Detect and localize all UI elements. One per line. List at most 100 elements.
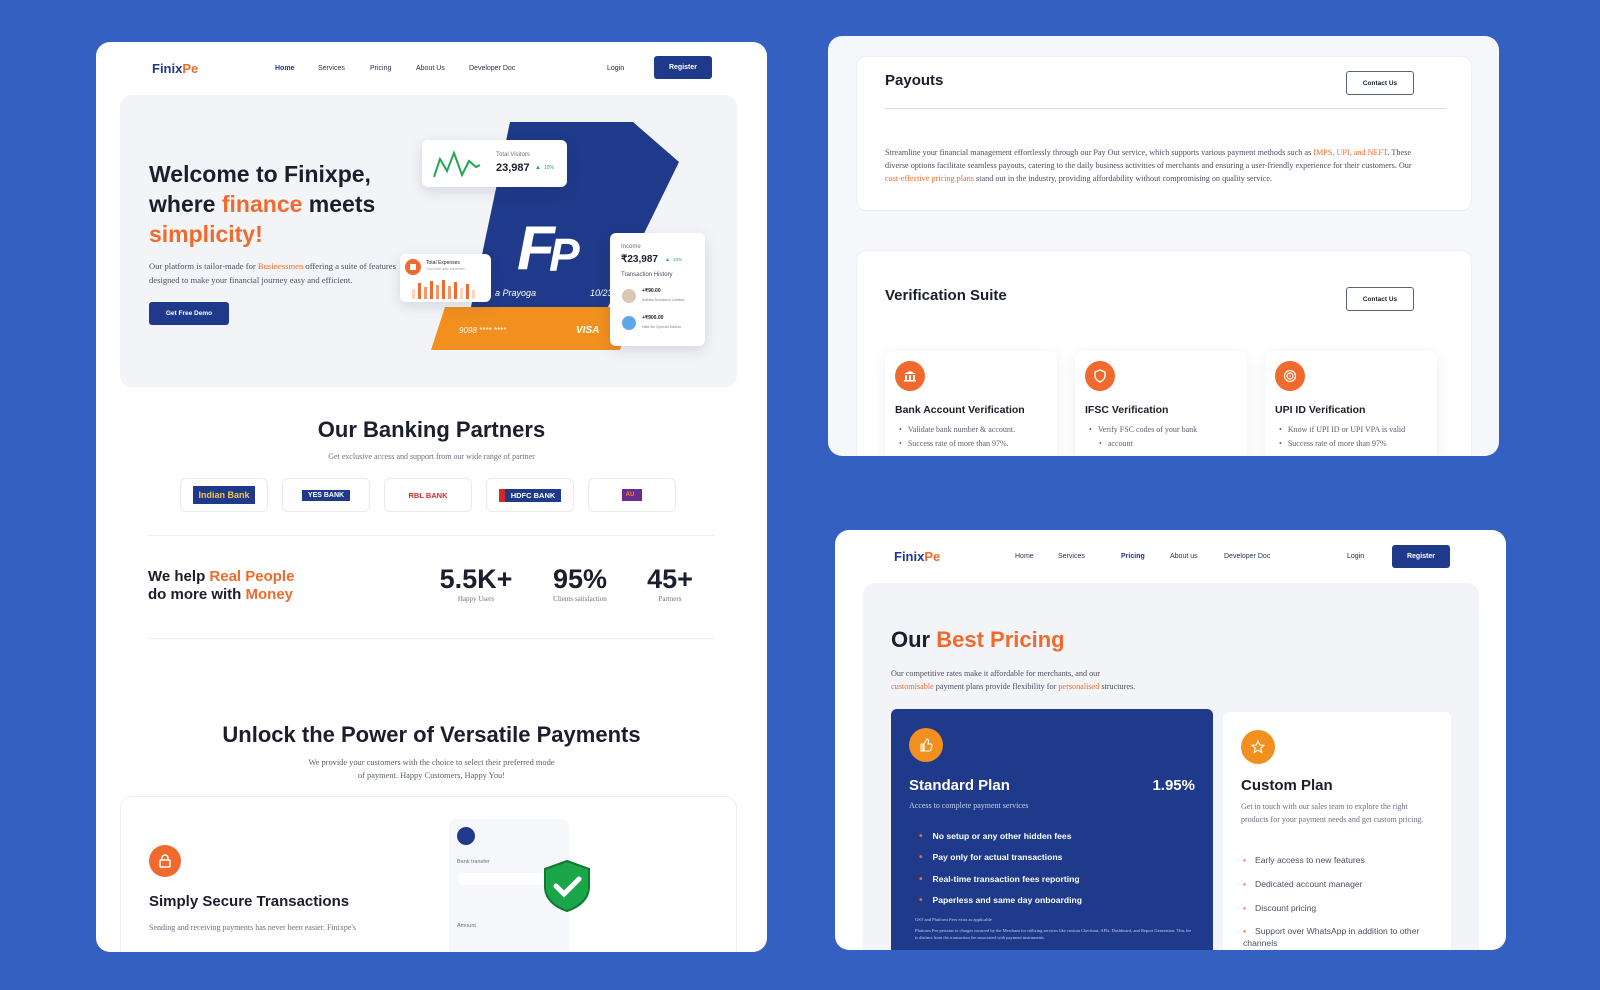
income-delta: 10% [673,257,683,262]
nav-services[interactable]: Services [318,65,370,72]
visitors-sparkline [433,150,481,178]
upi-verification-point-2: Success rate of more than 97% [1279,439,1405,448]
total-expenses-widget: Total Expenses Your total daily expenses [400,254,491,302]
total-visitors-widget: Total Visitors 23,987 ▲ 10% [422,140,567,187]
pricing-nav-links: Home Services Pricing About us Developer… [1015,553,1270,560]
amount-label: Amount [457,923,476,929]
partner-indian-bank: Indian Bank [180,478,268,512]
secure-transactions-card: Simply Secure Transactions Sending and r… [120,796,737,952]
secure-title: Simply Secure Transactions [149,893,350,910]
stat-partners: 45+ Partners [647,564,693,603]
income-label: Income [621,244,641,250]
payments-subtitle-1: We provide your customers with the choic… [308,758,555,767]
payouts-title: Payouts [885,72,944,89]
divider-1 [148,535,715,536]
bank-verification-point-1: Validate bank number & account. [899,425,1015,434]
payments-subtitle-2: of payment. Happy Customers, Happy You! [357,771,505,780]
top-nav: FinixPe Home Services Pricing About Us D… [96,42,767,94]
home-page-card: FinixPe Home Services Pricing About Us D… [96,42,767,952]
nav-home[interactable]: Home [1015,553,1058,560]
custom-plan-card: Custom Plan Get in touch with our sales … [1223,712,1451,950]
verification-contact-button[interactable]: Contact Us [1346,287,1414,311]
tx-amount-2: +₹900.00 [642,315,664,321]
income-value: ₹23,987 [621,254,658,265]
upi-verification-title: UPI ID Verification [1275,404,1366,416]
card-number: 9098 **** **** [459,326,507,335]
nav-developer-doc[interactable]: Developer Doc [469,65,515,72]
standard-plan-card: Standard Plan 1.95% Access to complete p… [891,709,1213,950]
nav-pricing[interactable]: Pricing [1121,553,1170,560]
custom-plan-description: Get in touch with our sales team to expl… [1241,802,1424,824]
visitors-delta: 10% [544,165,555,171]
star-icon [1241,730,1275,764]
pricing-login-link[interactable]: Login [1347,553,1364,560]
logo[interactable]: FinixPe [152,61,198,76]
visitors-value: 23,987 [496,162,530,174]
hero-section: Welcome to Finixpe, where finance meets … [120,95,737,387]
stat-client-satisfaction: 95% Clients satisfaction [552,564,608,603]
custom-feature-2: Dedicated account manager [1243,879,1363,889]
standard-feature-1: No setup or any other hidden fees [919,831,1072,842]
verification-section: Verification Suite Contact Us Bank Accou… [856,250,1472,456]
custom-feature-1: Early access to new features [1243,855,1365,865]
tx-amount-1: +₹90.00 [642,288,661,294]
payouts-description: Streamline your financial management eff… [885,148,1412,184]
partner-rbl-bank: RBL BANK [384,478,472,512]
standard-note-1: GST and Platform Fees extra as applicabl… [915,917,992,922]
login-link[interactable]: Login [607,65,624,72]
nav-developer-doc[interactable]: Developer Doc [1224,553,1270,560]
partner-au-bank: AU [588,478,676,512]
pricing-register-button[interactable]: Register [1392,545,1450,568]
ifsc-verification-point-1: Verify FSC codes of your bank [1089,425,1197,434]
card-brand: VISA [576,325,600,336]
upi-verification-card: UPI ID Verification Know if UPI ID or UP… [1265,351,1437,456]
secure-description: Sending and receiving payments has never… [149,923,356,932]
shield-check-icon [544,859,590,913]
shield-icon [1085,361,1115,391]
income-widget: Income ₹23,987 ▲ 10% Transaction History… [610,233,705,346]
bank-account-verification-card: Bank Account Verification Validate bank … [885,351,1057,456]
partner-yes-bank: YES BANK [282,478,370,512]
divider-2 [148,638,715,639]
bank-verification-title: Bank Account Verification [895,404,1025,416]
payments-title: Unlock the Power of Versatile Payments [222,722,641,747]
nav-about[interactable]: About Us [416,65,469,72]
tx-name-1: Adidas Sneakers Limited [642,298,684,302]
stat-happy-users: 5.5K+ Happy Users [439,564,513,603]
bank-verification-point-2: Success rate of more than 97%. [899,439,1015,448]
tx-name-2: Nike Air Special Edition [642,325,682,329]
custom-feature-3: Discount pricing [1243,903,1316,913]
register-button[interactable]: Register [654,56,712,79]
partners-subtitle: Get exclusive access and support from ou… [328,452,535,461]
nav-services[interactable]: Services [1058,553,1121,560]
nav-about[interactable]: About us [1170,553,1224,560]
nav-links: Home Services Pricing About Us Developer… [275,65,515,72]
standard-feature-4: Paperless and same day onboarding [919,895,1082,906]
pricing-logo[interactable]: FinixPe [894,549,940,564]
tx-avatar-1 [622,289,636,303]
bank-icon [457,827,475,845]
expenses-bars [412,280,475,299]
stats-tagline: We help Real People do more with Money [148,568,295,603]
custom-feature-4: Support over WhatsApp in addition to oth… [1243,925,1421,949]
bank-transfer-label: Bank transfer [457,859,490,865]
expenses-label: Total Expenses [426,260,460,266]
tx-avatar-2 [622,316,636,330]
nav-home[interactable]: Home [275,65,318,72]
transaction-history-label: Transaction History [621,272,673,278]
pricing-description: Our competitive rates make it affordable… [891,669,1136,691]
pricing-top-nav: FinixPe Home Services Pricing About us D… [835,530,1506,582]
nav-pricing[interactable]: Pricing [370,65,416,72]
expenses-icon [405,259,421,275]
payouts-contact-button[interactable]: Contact Us [1346,71,1414,95]
visitors-label: Total Visitors [496,152,530,158]
standard-note-2: Platform Fee pertains to charges incurre… [915,928,1192,940]
standard-plan-rate: 1.95% [1152,777,1195,794]
ifsc-verification-title: IFSC Verification [1085,404,1169,416]
custom-plan-name: Custom Plan [1241,777,1333,794]
upi-verification-point-1: Know if UPI ID or UPI VPA is valid [1279,425,1405,434]
services-page-card: Payouts Contact Us Streamline your finan… [828,36,1499,456]
partner-logos: Indian Bank YES BANK RBL BANK HDFC BANK … [180,478,680,514]
expenses-sub: Your total daily expenses [426,267,465,271]
standard-plan-sub: Access to complete payment services [909,801,1029,810]
